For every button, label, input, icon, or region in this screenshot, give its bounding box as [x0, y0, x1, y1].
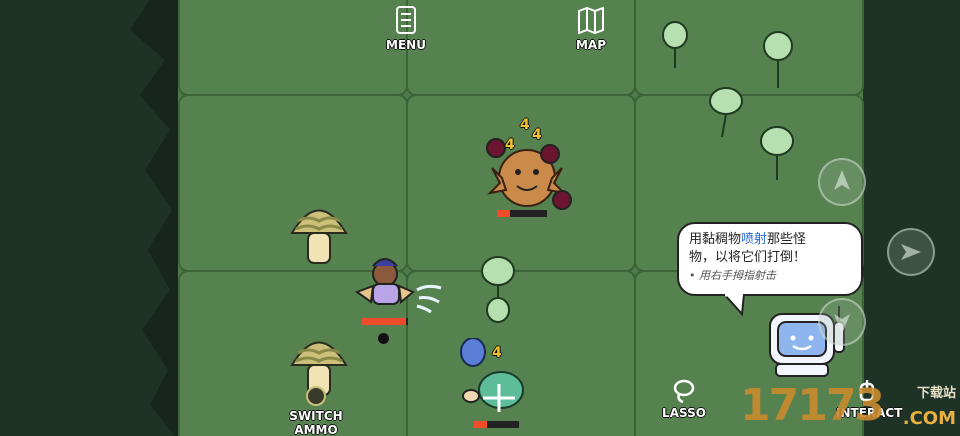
- menu-icon: [396, 6, 416, 34]
- map-label: MAP: [575, 38, 607, 52]
- tutorial-line-2: 物，以将它们打倒！: [689, 250, 807, 265]
- watermark-number: 17173: [740, 380, 885, 431]
- plant-sprite: [662, 21, 688, 68]
- enemy-health-fill: [473, 421, 487, 428]
- enemy-health-bar: [497, 210, 547, 217]
- lasso-label: LASSO: [662, 406, 706, 420]
- lasso-button[interactable]: LASSO: [660, 378, 708, 420]
- forest-edge-left-art: [0, 0, 175, 436]
- watermark-cn: 下载站: [916, 386, 956, 401]
- site-watermark: 17173 下载站 .COM: [740, 378, 960, 436]
- damage-number: 4: [520, 117, 530, 133]
- forest-edge-left: [0, 0, 180, 436]
- damage-number: 4: [492, 345, 502, 361]
- plant-sprite: [481, 256, 515, 323]
- switch-ammo-label: SWITCH AMMO: [289, 409, 343, 436]
- mushroom-sprite: [290, 209, 348, 264]
- enemy-monster: [486, 138, 572, 210]
- aim-right-button[interactable]: [887, 228, 935, 276]
- player-health-bar: [362, 318, 408, 325]
- aim-up-button[interactable]: [818, 158, 866, 206]
- map-icon: [578, 6, 604, 34]
- player-health-fill: [362, 318, 406, 325]
- tutorial-line-1: 用黏稠物喷射那些怪: [689, 231, 851, 249]
- game-screen: MENU MAP 4 4 4 4 用黏稠物喷射那些怪 物，以将它们打倒！ • 用…: [0, 0, 960, 436]
- aim-down-button[interactable]: [818, 298, 866, 346]
- tutorial-speech-bubble: 用黏稠物喷射那些怪 物，以将它们打倒！ • 用右手拇指射击: [677, 222, 863, 296]
- map-button[interactable]: MAP: [570, 6, 612, 52]
- enemy-health-fill: [497, 210, 510, 217]
- menu-label: MENU: [386, 38, 426, 52]
- plant-sprite: [763, 31, 793, 88]
- arrow-right-icon: [901, 244, 921, 260]
- switch-ammo-button[interactable]: SWITCH AMMO: [266, 385, 366, 436]
- speech-bubble-tail: [722, 294, 746, 317]
- grass-tile: [178, 0, 408, 96]
- arrow-down-icon: [834, 314, 850, 334]
- tutorial-text: 那些怪: [767, 232, 807, 247]
- arrow-up-icon: [834, 170, 850, 190]
- enemy-health-bar: [473, 421, 519, 428]
- plant-sprite: [760, 126, 794, 180]
- menu-button[interactable]: MENU: [385, 6, 427, 52]
- ammo-indicator: [378, 333, 389, 344]
- tutorial-text: 用黏稠物: [689, 232, 742, 247]
- player-character: [355, 258, 442, 314]
- tutorial-highlight: 喷射: [741, 232, 768, 247]
- plant-sprite: [709, 87, 743, 138]
- lasso-icon: [673, 379, 695, 404]
- damage-number: 4: [505, 137, 515, 153]
- damage-number: 4: [532, 127, 542, 143]
- watermark-com: .COM: [902, 408, 956, 429]
- tutorial-hint: • 用右手拇指射击: [689, 269, 776, 282]
- ammo-icon: [306, 386, 326, 406]
